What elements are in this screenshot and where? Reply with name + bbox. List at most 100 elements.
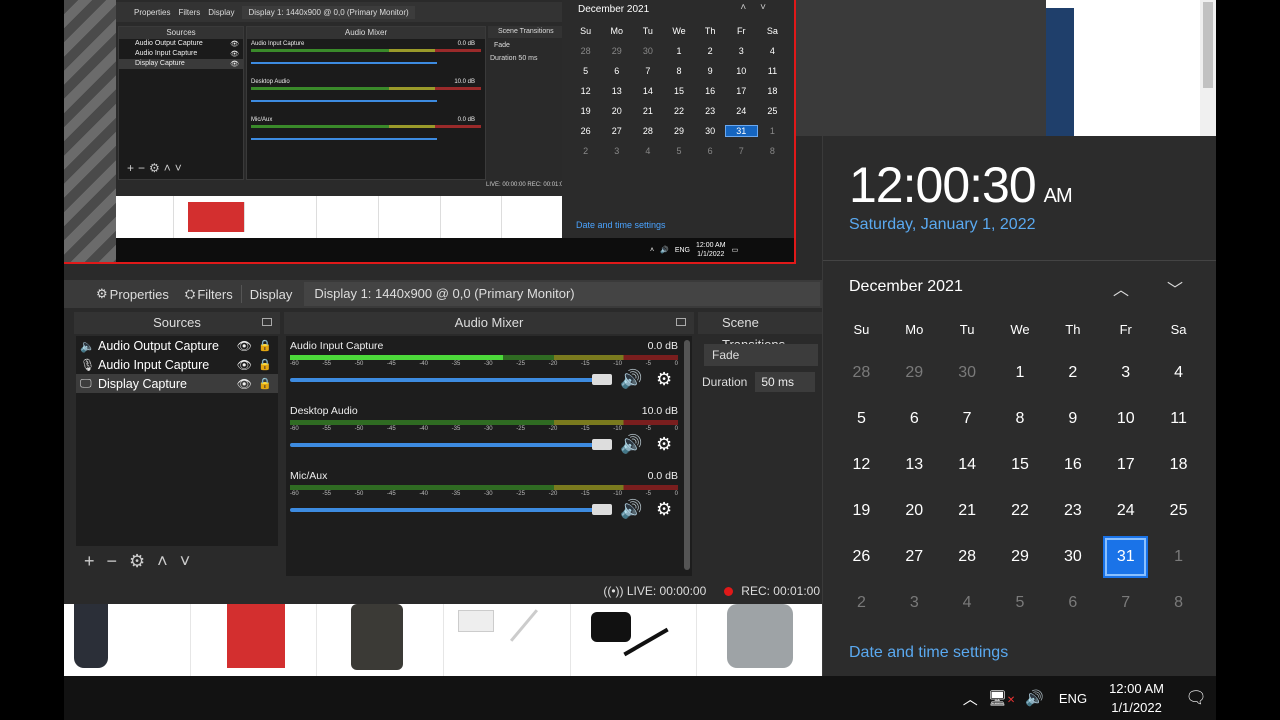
- calendar-day[interactable]: 28: [941, 534, 994, 580]
- monitor-icon: 🖵: [80, 376, 92, 390]
- calendar-day[interactable]: 23: [1046, 488, 1099, 534]
- previous-month-chevron-up-icon[interactable]: ︿: [1113, 276, 1129, 300]
- volume-icon[interactable]: 🔊: [1020, 689, 1049, 707]
- weekday-label: Mo: [905, 322, 924, 337]
- filters-button[interactable]: ⛭ Filters: [177, 280, 241, 308]
- obs-status-bar: ((•)) LIVE: 00:00:00 REC: 00:01:00: [64, 580, 824, 602]
- language-indicator[interactable]: ENG: [1049, 691, 1097, 706]
- visibility-eye-icon[interactable]: 👁: [237, 358, 252, 372]
- background-window-scrollbar[interactable]: [1200, 0, 1216, 136]
- calendar-day[interactable]: 1: [994, 350, 1047, 396]
- preview-day: 30: [642, 46, 653, 56]
- move-down-icon[interactable]: ˅: [180, 551, 191, 572]
- date-time-settings-link[interactable]: Date and time settings: [849, 644, 1008, 662]
- undock-icon[interactable]: [676, 318, 686, 326]
- mute-speaker-icon[interactable]: 🔊: [620, 499, 642, 520]
- slider-knob[interactable]: [592, 439, 612, 450]
- calendar-day[interactable]: 8: [994, 396, 1047, 442]
- calendar-day[interactable]: 30: [1046, 534, 1099, 580]
- mute-speaker-icon[interactable]: 🔊: [620, 434, 642, 455]
- calendar-day[interactable]: 20: [888, 488, 941, 534]
- source-settings-icon[interactable]: ⚙: [129, 551, 145, 572]
- source-item-display-capture[interactable]: 🖵 Display Capture 👁 🔒: [76, 374, 278, 393]
- calendar-day[interactable]: 19: [835, 488, 888, 534]
- calendar-day[interactable]: 9: [1046, 396, 1099, 442]
- remove-source-icon[interactable]: −: [107, 551, 118, 572]
- volume-slider[interactable]: [290, 374, 612, 385]
- calendar-day[interactable]: 29: [994, 534, 1047, 580]
- undock-icon[interactable]: [262, 318, 272, 326]
- calendar-day[interactable]: 16: [1046, 442, 1099, 488]
- calendar-day[interactable]: 21: [941, 488, 994, 534]
- calendar-day[interactable]: 17: [1099, 442, 1152, 488]
- preview-day: 25: [767, 106, 778, 116]
- calendar-day[interactable]: 4: [1152, 350, 1205, 396]
- visibility-eye-icon[interactable]: 👁: [237, 339, 252, 353]
- channel-gear-icon[interactable]: ⚙: [656, 434, 672, 455]
- preview-day: 6: [614, 66, 620, 76]
- obs-preview-canvas[interactable]: Properties Filters Display Display 1: 14…: [64, 0, 796, 264]
- lock-icon[interactable]: 🔒: [258, 339, 272, 352]
- calendar-day[interactable]: 8: [1152, 580, 1205, 626]
- slider-knob[interactable]: [592, 374, 612, 385]
- channel-gear-icon[interactable]: ⚙: [656, 369, 672, 390]
- calendar-day[interactable]: 6: [888, 396, 941, 442]
- move-up-icon[interactable]: ˄: [157, 551, 168, 572]
- transition-select[interactable]: Fade: [704, 344, 818, 366]
- calendar-day[interactable]: 7: [941, 396, 994, 442]
- calendar-day[interactable]: 2: [835, 580, 888, 626]
- calendar-day[interactable]: 3: [1099, 350, 1152, 396]
- calendar-day[interactable]: 25: [1152, 488, 1205, 534]
- calendar-day[interactable]: 26: [835, 534, 888, 580]
- channel-gear-icon[interactable]: ⚙: [656, 499, 672, 520]
- preview-day: 3: [738, 46, 744, 56]
- mute-speaker-icon[interactable]: 🔊: [620, 369, 642, 390]
- calendar-day[interactable]: 10: [1099, 396, 1152, 442]
- calendar-day[interactable]: 4: [941, 580, 994, 626]
- calendar-day[interactable]: 18: [1152, 442, 1205, 488]
- action-center-icon[interactable]: 🗨: [1176, 688, 1216, 708]
- calendar-day[interactable]: 6: [1046, 580, 1099, 626]
- calendar-day-selected[interactable]: 31: [1103, 536, 1149, 578]
- network-disconnected-icon[interactable]: 🖥✕: [983, 689, 1020, 707]
- calendar-day[interactable]: 1: [1152, 534, 1205, 580]
- volume-slider[interactable]: [290, 439, 612, 450]
- source-item-audio-input[interactable]: 🎙 Audio Input Capture 👁 🔒: [76, 355, 278, 374]
- display-select[interactable]: Display 1: 1440x900 @ 0,0 (Primary Monit…: [304, 282, 821, 306]
- calendar-month-title[interactable]: December 2021: [849, 278, 963, 296]
- taskbar-clock[interactable]: 12:00 AM 1/1/2022: [1097, 679, 1176, 717]
- show-hidden-icons-chevron-icon[interactable]: ︿: [958, 688, 983, 709]
- calendar-day[interactable]: 15: [994, 442, 1047, 488]
- calendar-day[interactable]: 14: [941, 442, 994, 488]
- flyout-divider: [823, 260, 1216, 261]
- volume-slider[interactable]: [290, 504, 612, 515]
- lock-icon[interactable]: 🔒: [258, 358, 272, 371]
- duration-input[interactable]: 50 ms: [755, 372, 816, 392]
- mixer-scrollbar[interactable]: [684, 340, 690, 570]
- calendar-day[interactable]: 12: [835, 442, 888, 488]
- calendar-day[interactable]: 13: [888, 442, 941, 488]
- meter-tick-label: -15: [580, 361, 590, 367]
- calendar-day[interactable]: 30: [941, 350, 994, 396]
- lock-icon[interactable]: 🔒: [258, 377, 272, 390]
- calendar-day[interactable]: 11: [1152, 396, 1205, 442]
- calendar-day[interactable]: 5: [835, 396, 888, 442]
- calendar-day[interactable]: 24: [1099, 488, 1152, 534]
- calendar-day[interactable]: 5: [994, 580, 1047, 626]
- calendar-day[interactable]: 22: [994, 488, 1047, 534]
- source-label: Audio Output Capture: [98, 338, 219, 353]
- flyout-date-link[interactable]: Saturday, January 1, 2022: [849, 216, 1036, 234]
- add-source-icon[interactable]: +: [84, 551, 95, 572]
- source-item-audio-output[interactable]: 🔈 Audio Output Capture 👁 🔒: [76, 336, 278, 355]
- calendar-day[interactable]: 29: [888, 350, 941, 396]
- calendar-day[interactable]: 27: [888, 534, 941, 580]
- calendar-day[interactable]: 28: [835, 350, 888, 396]
- slider-knob[interactable]: [592, 504, 612, 515]
- calendar-day[interactable]: 2: [1046, 350, 1099, 396]
- preview-channel: Audio Input Capture 0.0 dB: [247, 39, 485, 77]
- visibility-eye-icon[interactable]: 👁: [237, 377, 252, 391]
- properties-button[interactable]: ⚙ Properties: [64, 280, 177, 308]
- next-month-chevron-down-icon[interactable]: ﹀: [1167, 276, 1183, 300]
- calendar-day[interactable]: 7: [1099, 580, 1152, 626]
- calendar-day[interactable]: 3: [888, 580, 941, 626]
